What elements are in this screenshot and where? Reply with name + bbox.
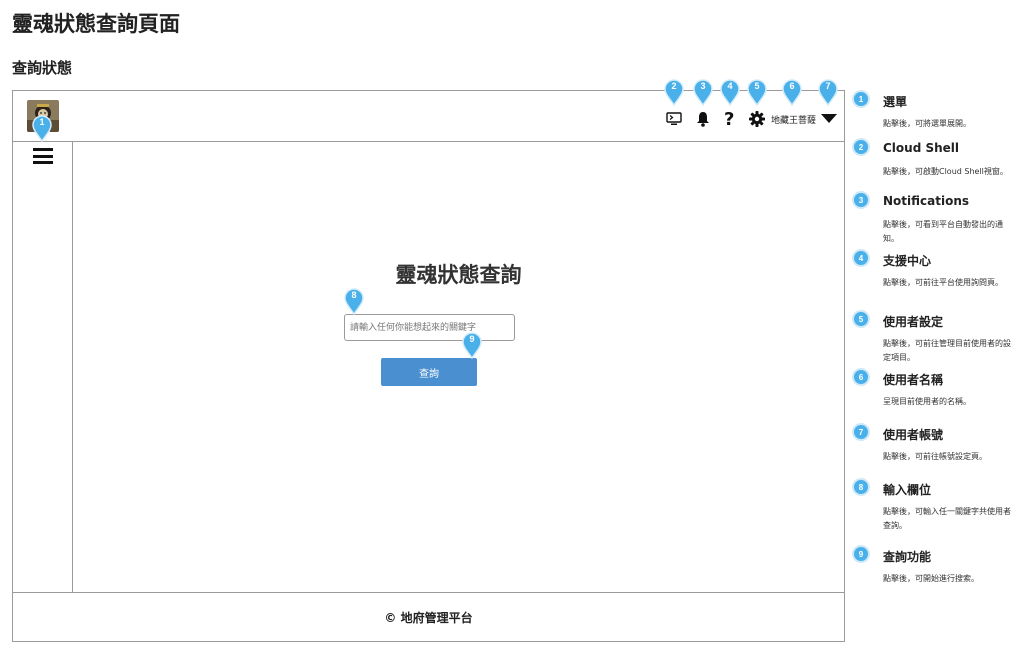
page-title: 靈魂狀態查詢頁面 [12,12,180,36]
annotation-badge: 7 [852,423,870,441]
question-icon[interactable]: ? [724,109,734,130]
annotation-title: Cloud Shell [883,141,960,155]
annotation-badge: 9 [852,545,870,563]
annotation-title: 輸入欄位 [883,483,932,497]
sidebar [13,142,73,592]
query-title: 靈魂狀態查詢 [395,263,522,287]
annotation-desc: 點擊後，可前往管理目前使用者的設定項目。 [883,339,1011,362]
annotation-desc: 呈現目前使用者的名稱。 [883,397,971,406]
main-content: 靈魂狀態查詢 查詢 [73,142,844,592]
annotation-badge: 3 [852,191,870,209]
annotation-title: 使用者帳號 [883,428,944,442]
annotation-desc: 點擊後，可將選單展開。 [883,119,971,128]
annotation-title: 選單 [883,95,908,109]
callout-marker-3: 3 [693,79,713,106]
search-input[interactable] [344,314,515,341]
annotation-desc: 點擊後，可輸入任一關鍵字共使用者查詢。 [883,507,1011,530]
annotation-desc: 點擊後，可前往平台使用詢問頁。 [883,278,1003,287]
menu-icon[interactable] [33,148,53,164]
footer: © 地府管理平台 [13,592,844,641]
annotation-title: 使用者設定 [883,315,944,329]
annotation-badge: 4 [852,249,870,267]
annotation-title: 使用者名稱 [883,373,944,387]
annotation-desc: 點擊後，可看到平台自動發出的通知。 [883,220,1003,243]
annotation-badge: 6 [852,368,870,386]
app-frame: ? 地藏王菩薩 靈魂狀態查詢 查詢 [12,90,845,642]
footer-text: © 地府管理平台 [384,610,473,625]
caret-down-icon[interactable] [821,109,837,129]
callout-marker-4: 4 [720,79,740,106]
callout-marker-1: 1 [32,115,52,142]
annotation-badge: 5 [852,310,870,328]
annotation-desc: 點擊後，可啟動Cloud Shell視窗。 [883,167,1008,176]
gear-icon[interactable] [749,109,765,129]
callout-marker-8: 8 [344,288,364,315]
callout-marker-6: 6 [782,79,802,106]
callout-marker-5: 5 [747,79,767,106]
section-title: 查詢狀態 [12,59,73,77]
cloud-shell-icon[interactable] [666,109,682,129]
callout-marker-9: 9 [462,332,482,359]
annotation-title: 查詢功能 [883,550,932,564]
callout-marker-2: 2 [664,79,684,106]
annotation-badge: 8 [852,478,870,496]
annotation-badge: 1 [852,90,870,108]
annotation-title: 支援中心 [883,254,932,268]
bell-icon[interactable] [696,109,710,129]
annotation-title: Notifications [883,194,970,208]
annotation-desc: 點擊後，可前往帳號設定頁。 [883,452,987,461]
annotation-desc: 點擊後，可開始進行搜索。 [883,574,979,583]
callout-marker-7: 7 [818,79,838,106]
username-label: 地藏王菩薩 [771,116,817,126]
query-button[interactable]: 查詢 [381,358,477,386]
annotation-badge: 2 [852,138,870,156]
